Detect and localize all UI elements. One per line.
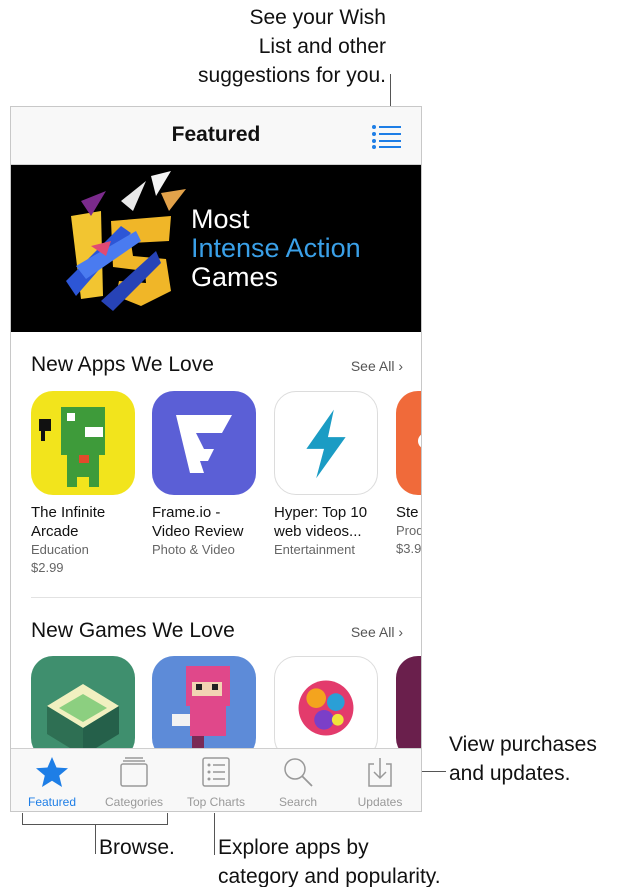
browse-bracket-left [22,813,23,824]
chevron-right-icon: › [394,624,403,640]
game-card-2[interactable] [152,656,264,760]
app-category: Education [31,542,89,557]
tab-search[interactable]: Search [257,749,339,811]
app-category: Photo & Video [152,542,235,557]
tab-label: Search [278,795,318,809]
callout-line: View purchases [449,733,597,756]
app-price: $2.99 [31,560,64,575]
wish-list-callout: See your Wish List and other suggestions… [150,3,386,90]
app-name-line2: Video Review [152,523,244,540]
top-charts-icon [202,757,230,787]
hyper-icon [274,391,378,495]
wish-list-icon[interactable] [371,123,403,149]
app-name-line1: Ste [396,504,419,521]
see-all-link[interactable]: See All › [351,358,403,374]
game-card-3[interactable] [274,656,386,760]
browse-bracket-right [167,813,168,824]
tab-label: Categories [104,795,164,809]
tab-label: Top Charts [186,795,246,809]
app-name-line1: The Infinite [31,504,106,521]
callout-line: See your Wish [249,6,386,29]
banner-line: Most [191,204,250,234]
browse-bracket-stem [95,824,96,854]
app-name-line1: Frame.io - [152,504,221,521]
app-name-line2: web videos... [274,523,362,540]
app-card-partial[interactable]: Ste Prod $3.9 [396,391,422,558]
page-title: Featured [171,123,261,146]
app-name-line2: Arcade [31,523,79,540]
app-category: Prod [396,523,422,538]
callout-line: and updates. [449,762,571,785]
app-store-screen: Featured Most Intense Action Games New A… [10,106,422,812]
section-title: New Games We Love [31,619,235,642]
updates-icon [368,758,392,787]
tab-label: Updates [357,795,403,809]
browse-callout: Browse. [99,836,175,859]
app-card-frame-io[interactable]: Frame.io - Video Review Photo & Video [152,391,264,559]
star-icon [36,757,68,787]
banner-line-accent: Intense Action [191,233,361,263]
game-card-4[interactable] [396,656,421,760]
see-all-link[interactable]: See All › [351,624,403,640]
game-icon-2 [152,656,256,760]
navigation-bar: Featured [11,107,421,165]
callout-line: Explore apps by [218,836,369,859]
banner-headline: Most Intense Action Games [191,205,361,292]
banner-line: Games [191,262,279,292]
frame-io-icon [152,391,256,495]
app-category: Entertainment [274,542,355,557]
updates-callout: View purchases and updates. [449,730,597,788]
callout-line: category and popularity. [218,865,441,887]
game-card-1[interactable] [31,656,143,760]
game-icon-1 [31,656,135,760]
section-header-new-games: New Games We Love See All › [11,619,421,649]
see-all-label: See All [350,358,395,374]
tab-categories[interactable]: Categories [93,749,175,811]
explore-callout-line [214,813,215,855]
section-title: New Apps We Love [31,353,214,376]
app-card-hyper[interactable]: Hyper: Top 10 web videos... Entertainmen… [274,391,386,559]
game-icon-4 [396,656,421,760]
callout-line: suggestions for you. [198,64,386,87]
tab-top-charts[interactable]: Top Charts [175,749,257,811]
section-divider [31,597,421,598]
infinite-arcade-icon [31,391,135,495]
see-all-label: See All [350,624,395,640]
app-price: $3.9 [396,541,422,556]
app-card-infinite-arcade[interactable]: The Infinite Arcade Education $2.99 [31,391,143,577]
tab-bar: Featured Categories Top Charts Search Up… [11,748,421,811]
banner-art [66,171,186,311]
categories-icon [120,757,148,787]
featured-banner[interactable]: Most Intense Action Games [11,165,421,332]
callout-line: List and other [258,35,386,58]
app-row-new-apps: The Infinite Arcade Education $2.99 Fram… [11,391,421,591]
section-header-new-apps: New Apps We Love See All › [11,353,421,383]
explore-callout: Explore apps by category and popularity. [218,833,441,887]
game-icon-3 [274,656,378,760]
partial-app-icon [396,391,421,495]
chevron-right-icon: › [394,358,403,374]
tab-updates[interactable]: Updates [339,749,421,811]
search-icon [284,758,313,787]
app-name-line1: Hyper: Top 10 [274,504,368,521]
tab-label: Featured [27,795,77,809]
tab-featured[interactable]: Featured [11,749,93,811]
